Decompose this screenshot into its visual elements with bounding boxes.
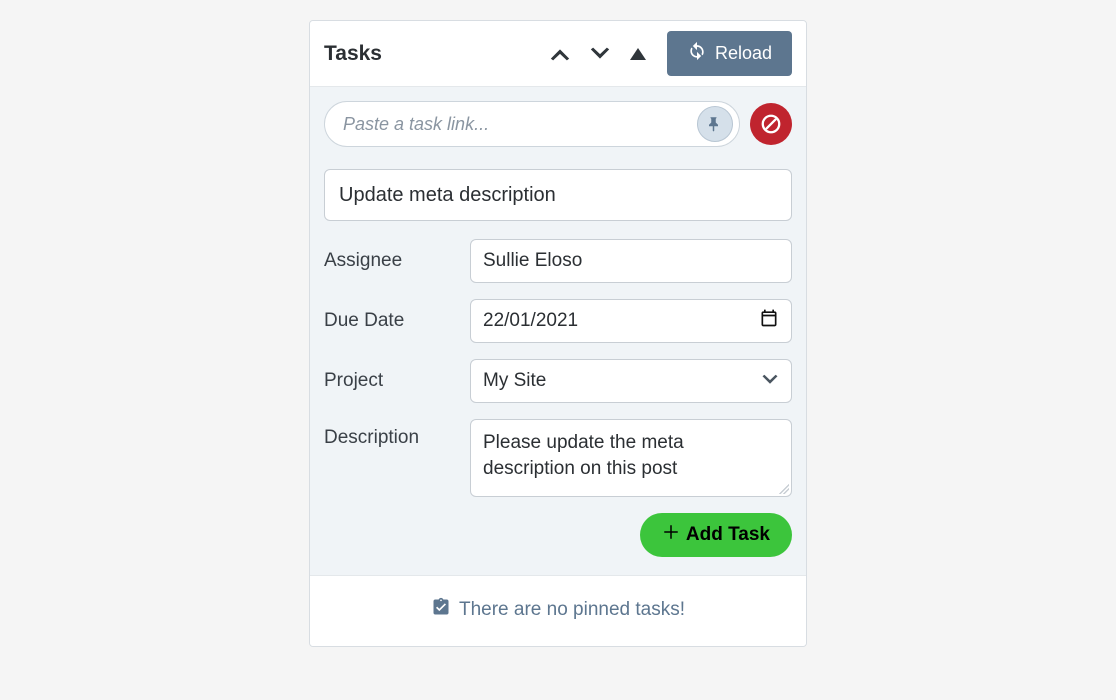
refresh-icon: [687, 41, 707, 66]
assignee-value: Sullie Eloso: [483, 250, 582, 272]
assignee-input[interactable]: Sullie Eloso: [470, 239, 792, 283]
add-task-button[interactable]: Add Task: [640, 513, 792, 557]
due-date-input[interactable]: 22/01/2021: [470, 299, 792, 343]
description-textarea[interactable]: Please update the meta description on th…: [470, 419, 792, 497]
panel-footer: There are no pinned tasks!: [310, 575, 806, 646]
task-title-input[interactable]: [324, 169, 792, 221]
description-label: Description: [324, 419, 452, 449]
description-value: Please update the meta description on th…: [483, 430, 779, 481]
cancel-icon[interactable]: [750, 103, 792, 145]
chevron-down-icon[interactable]: [589, 47, 611, 61]
clipboard-check-icon: [431, 596, 451, 624]
assignee-label: Assignee: [324, 250, 452, 272]
tasks-panel: Tasks Reload: [309, 20, 807, 647]
project-select[interactable]: My Site: [470, 359, 792, 403]
panel-title: Tasks: [324, 42, 382, 66]
task-link-input-wrap: [324, 101, 740, 147]
project-row: Project My Site: [324, 359, 792, 403]
description-row: Description Please update the meta descr…: [324, 419, 792, 497]
calendar-icon: [759, 308, 779, 334]
empty-text: There are no pinned tasks!: [459, 599, 685, 621]
due-date-value: 22/01/2021: [483, 310, 578, 332]
chevron-down-icon: [761, 370, 779, 392]
panel-header: Tasks Reload: [310, 21, 806, 87]
pin-icon[interactable]: [697, 106, 733, 142]
reload-label: Reload: [715, 43, 772, 64]
project-label: Project: [324, 370, 452, 392]
header-nav-icons: [549, 47, 647, 61]
task-link-input[interactable]: [343, 114, 697, 135]
due-date-row: Due Date 22/01/2021: [324, 299, 792, 343]
chevron-up-icon[interactable]: [549, 47, 571, 61]
due-date-label: Due Date: [324, 310, 452, 332]
panel-body: Assignee Sullie Eloso Due Date 22/01/202…: [310, 87, 806, 575]
plus-icon: [662, 523, 680, 547]
assignee-row: Assignee Sullie Eloso: [324, 239, 792, 283]
task-link-row: [324, 101, 792, 147]
project-value: My Site: [483, 370, 546, 392]
add-task-label: Add Task: [686, 524, 770, 546]
reload-button[interactable]: Reload: [667, 31, 792, 76]
triangle-up-icon[interactable]: [629, 47, 647, 61]
add-task-row: Add Task: [324, 513, 792, 557]
